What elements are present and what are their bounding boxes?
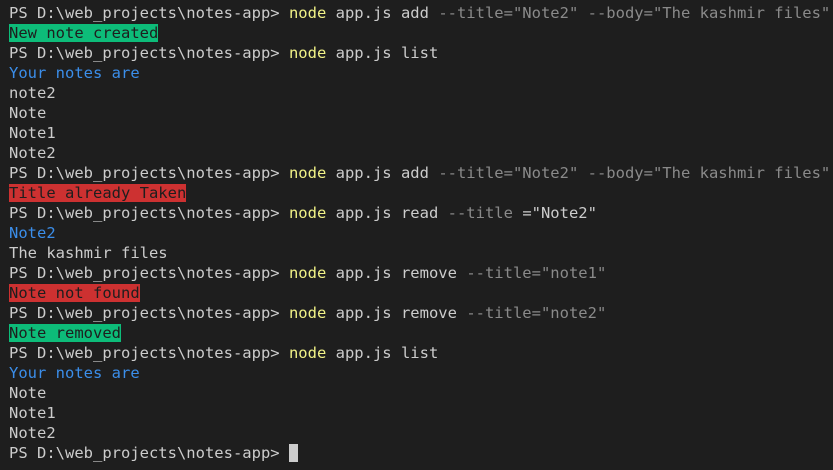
command-flag: --title="Note2" <box>438 164 579 182</box>
command-value: ="Note2" <box>522 204 597 222</box>
success-message: Note removed <box>9 324 121 342</box>
text-cursor[interactable] <box>288 444 298 462</box>
output-line: Note2 <box>9 144 56 162</box>
command-name: node <box>288 344 327 362</box>
prompt: PS D:\web_projects\notes-app> <box>9 264 289 282</box>
command-args: app.js add <box>335 164 429 182</box>
output-line: Note not found <box>9 283 833 303</box>
success-message: New note created <box>9 24 159 42</box>
command-args: app.js read <box>335 204 439 222</box>
command-name: node <box>288 4 327 22</box>
command-line: PS D:\web_projects\notes-app> node app.j… <box>9 163 833 183</box>
command-line: PS D:\web_projects\notes-app> node app.j… <box>9 263 833 283</box>
command-line: PS D:\web_projects\notes-app> node app.j… <box>9 303 833 323</box>
output-line: Note <box>9 384 47 402</box>
command-line: PS D:\web_projects\notes-app> node app.j… <box>9 3 833 23</box>
command-line: PS D:\web_projects\notes-app> node app.j… <box>9 43 833 63</box>
command-args: app.js remove <box>335 304 457 322</box>
command-name: node <box>288 204 327 222</box>
command-args: app.js list <box>335 44 439 62</box>
output-line: Title already Taken <box>9 183 833 203</box>
output-line: Note1 <box>9 404 56 422</box>
error-message: Title already Taken <box>9 184 187 202</box>
output-heading: Note2 <box>9 224 56 242</box>
command-args: app.js list <box>335 344 439 362</box>
output-line: Note2 <box>9 424 56 442</box>
output-line: New note created <box>9 23 833 43</box>
command-flag: --title <box>447 204 513 222</box>
prompt: PS D:\web_projects\notes-app> <box>9 164 289 182</box>
command-name: node <box>288 304 327 322</box>
command-args: app.js remove <box>335 264 457 282</box>
command-flag: --body="The kashmir files" <box>587 4 831 22</box>
output-line: Note removed <box>9 323 833 343</box>
error-message: Note not found <box>9 284 140 302</box>
prompt: PS D:\web_projects\notes-app> <box>9 444 289 462</box>
output-line: Note <box>9 104 47 122</box>
command-line: PS D:\web_projects\notes-app> node app.j… <box>9 343 833 363</box>
prompt: PS D:\web_projects\notes-app> <box>9 4 289 22</box>
output-line: note2 <box>9 84 56 102</box>
output-line: Note1 <box>9 124 56 142</box>
prompt: PS D:\web_projects\notes-app> <box>9 304 289 322</box>
output-heading: Your notes are <box>9 364 140 382</box>
terminal-window[interactable]: PS D:\web_projects\notes-app> node app.j… <box>0 0 833 470</box>
prompt: PS D:\web_projects\notes-app> <box>9 344 289 362</box>
output-line: The kashmir files <box>9 244 168 262</box>
command-flag: --title="note1" <box>466 264 607 282</box>
command-flag: --title="note2" <box>466 304 607 322</box>
active-prompt-line[interactable]: PS D:\web_projects\notes-app> <box>9 443 833 463</box>
prompt: PS D:\web_projects\notes-app> <box>9 44 289 62</box>
command-args: app.js add <box>335 4 429 22</box>
prompt: PS D:\web_projects\notes-app> <box>9 204 289 222</box>
output-heading: Your notes are <box>9 64 140 82</box>
command-name: node <box>288 44 327 62</box>
command-name: node <box>288 264 327 282</box>
command-flag: --body="The kashmir files" <box>587 164 831 182</box>
command-flag: --title="Note2" <box>438 4 579 22</box>
command-name: node <box>288 164 327 182</box>
command-line: PS D:\web_projects\notes-app> node app.j… <box>9 203 833 223</box>
